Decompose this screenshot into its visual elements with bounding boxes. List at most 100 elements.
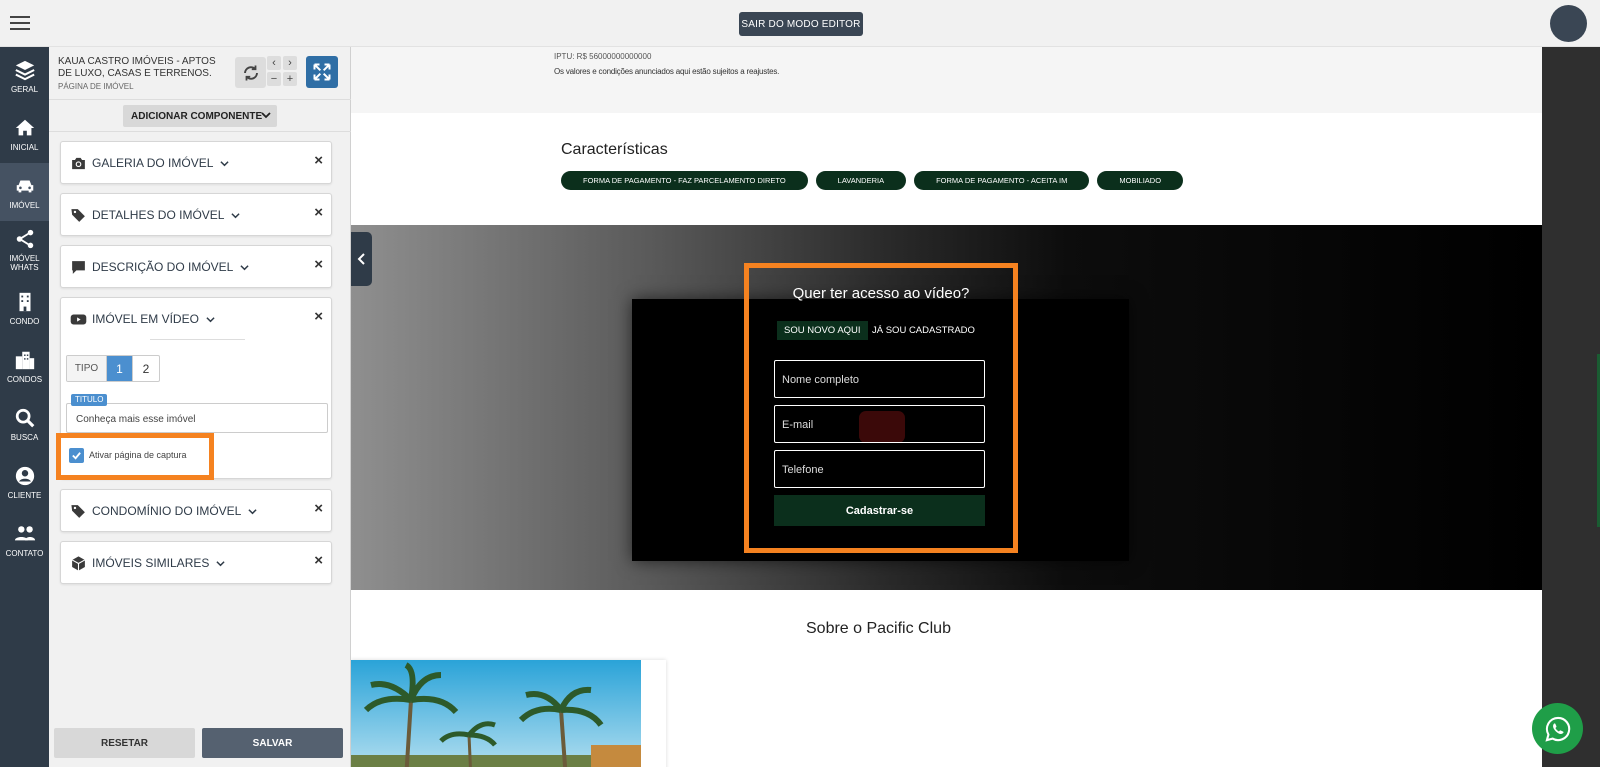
add-component-select[interactable]: ADICIONAR COMPONENTE (123, 105, 277, 127)
card-condominio[interactable]: CONDOMÍNIO DO IMÓVEL × (60, 489, 332, 532)
titulo-badge: TITULO (71, 394, 108, 406)
left-nav: GERAL INICIAL IMÓVEL IMÓVEL WHATS CONDO … (0, 47, 49, 767)
collapse-panel-button[interactable] (351, 232, 372, 286)
card-imovel-video[interactable]: IMÓVEL EM VÍDEO × TIPO 1 2 Conheça mais … (56, 297, 332, 480)
capture-label: Ativar página de captura (89, 450, 187, 460)
nav-label: GERAL (10, 84, 39, 94)
chevron-right-icon[interactable]: › (283, 56, 297, 70)
page-name: PÁGINA DE IMÓVEL (58, 82, 134, 91)
users-icon (14, 525, 35, 540)
email-field[interactable]: E-mail (774, 405, 985, 443)
box-icon (71, 555, 86, 571)
search-icon (15, 408, 34, 427)
user-icon (15, 466, 34, 485)
disclaimer-text: Os valores e condições anunciados aqui e… (554, 67, 780, 76)
nav-label: INICIAL (10, 142, 39, 152)
capture-form-title: Quer ter acesso ao vídeo? (792, 285, 970, 302)
name-field[interactable]: Nome completo (774, 360, 985, 398)
site-name: KAUA CASTRO IMÓVEIS - APTOS DE LUXO, CAS… (58, 56, 216, 79)
features-title: Características (561, 141, 668, 158)
tags-icon (71, 208, 85, 222)
close-icon[interactable]: × (314, 501, 323, 516)
camera-icon (72, 157, 85, 169)
add-component-label: ADICIONAR COMPONENTE (131, 110, 263, 122)
reset-button[interactable]: RESETAR (54, 728, 195, 758)
card-title[interactable]: IMÓVEL EM VÍDEO (70, 309, 215, 329)
feature-tag: FORMA DE PAGAMENTO - FAZ PARCELAMENTO DI… (561, 171, 808, 190)
card-detalhes[interactable]: DETALHES DO IMÓVEL × (60, 193, 332, 236)
about-title: Sobre o Pacific Club (806, 620, 951, 637)
capture-form: Quer ter acesso ao vídeo? SOU NOVO AQUI … (744, 263, 1018, 553)
register-button[interactable]: Cadastrar-se (774, 495, 985, 526)
nav-item-imovel-whats[interactable]: IMÓVEL WHATS (0, 221, 49, 279)
card-similares[interactable]: IMÓVEIS SIMILARES × (60, 541, 332, 584)
chevron-down-icon (220, 160, 229, 166)
condo-photo (351, 660, 666, 767)
card-title[interactable]: DESCRIÇÃO DO IMÓVEL (70, 257, 249, 277)
share-icon (16, 229, 33, 249)
tipo-option-2[interactable]: 2 (132, 356, 159, 381)
page-preview: IPTU: R$ 56000000000000 Os valores e con… (351, 47, 1542, 767)
nav-item-contato[interactable]: CONTATO (0, 511, 49, 569)
close-icon[interactable]: × (314, 257, 323, 272)
top-bar: SAIR DO MODO EDITOR (0, 0, 1600, 47)
card-title-text: IMÓVEL EM VÍDEO (92, 312, 199, 326)
nav-item-geral[interactable]: GERAL (0, 47, 49, 105)
tab-registered[interactable]: JÁ SOU CADASTRADO (872, 321, 975, 340)
video-section: Quer ter acesso ao vídeo? SOU NOVO AQUI … (351, 225, 1542, 590)
expand-button[interactable] (306, 56, 338, 88)
close-icon[interactable]: × (314, 205, 323, 220)
nav-item-imovel[interactable]: IMÓVEL (0, 163, 49, 221)
nav-item-busca[interactable]: BUSCA (0, 395, 49, 453)
card-title[interactable]: GALERIA DO IMÓVEL (70, 153, 229, 173)
panel-header: KAUA CASTRO IMÓVEIS - APTOS DE LUXO, CAS… (49, 47, 351, 99)
titulo-input[interactable]: Conheça mais esse imóvel (66, 403, 328, 433)
palm-trees-image (351, 660, 641, 767)
card-descricao[interactable]: DESCRIÇÃO DO IMÓVEL × (60, 245, 332, 288)
chevron-down-icon (248, 508, 257, 514)
exit-editor-button[interactable]: SAIR DO MODO EDITOR (739, 12, 863, 36)
capture-page-toggle[interactable]: Ativar página de captura (56, 433, 214, 480)
layers-icon (14, 60, 35, 80)
card-title-text: GALERIA DO IMÓVEL (92, 156, 214, 170)
tags-icon (71, 504, 85, 518)
plus-icon[interactable]: + (283, 72, 297, 86)
home-icon (15, 119, 34, 135)
minus-icon[interactable]: − (267, 72, 281, 86)
building-icon (19, 292, 30, 311)
tipo-option-1[interactable]: 1 (107, 356, 132, 381)
divider (150, 339, 245, 340)
close-icon[interactable]: × (314, 153, 323, 168)
nav-item-cliente[interactable]: CLIENTE (0, 453, 49, 511)
card-title[interactable]: DETALHES DO IMÓVEL (70, 205, 241, 225)
expand-icon (313, 63, 331, 81)
nav-item-inicial[interactable]: INICIAL (0, 105, 49, 163)
menu-icon[interactable] (10, 13, 30, 33)
whatsapp-button[interactable] (1532, 703, 1583, 754)
card-title[interactable]: CONDOMÍNIO DO IMÓVEL (70, 501, 257, 521)
nav-label: CONDOS (6, 374, 43, 384)
avatar[interactable] (1550, 5, 1587, 42)
card-galeria[interactable]: GALERIA DO IMÓVEL × (60, 141, 332, 184)
nav-item-condo[interactable]: CONDO (0, 279, 49, 337)
capture-checkbox[interactable] (69, 448, 84, 463)
chevron-down-icon (216, 560, 225, 566)
chevron-down-icon (231, 212, 241, 218)
phone-field[interactable]: Telefone (774, 450, 985, 488)
nav-label: CONDO (9, 316, 40, 326)
nav-label: IMÓVEL WHATS (9, 254, 40, 272)
tipo-label: TIPO (67, 356, 107, 381)
feature-tag: MOBILIADO (1097, 171, 1184, 190)
feature-tag: FORMA DE PAGAMENTO - ACEITA IM (914, 171, 1090, 190)
close-icon[interactable]: × (314, 309, 323, 324)
card-title[interactable]: IMÓVEIS SIMILARES (70, 553, 225, 573)
save-button[interactable]: SALVAR (202, 728, 343, 758)
close-icon[interactable]: × (314, 553, 323, 568)
nav-item-condos[interactable]: CONDOS (0, 337, 49, 395)
tab-new-user[interactable]: SOU NOVO AQUI (777, 321, 868, 340)
iptu-text: IPTU: R$ 56000000000000 (554, 52, 652, 61)
refresh-button[interactable] (235, 57, 266, 88)
tipo-selector: TIPO 1 2 (66, 355, 160, 382)
chevron-left-icon[interactable]: ‹ (267, 56, 281, 70)
card-title-text: DETALHES DO IMÓVEL (92, 208, 225, 222)
